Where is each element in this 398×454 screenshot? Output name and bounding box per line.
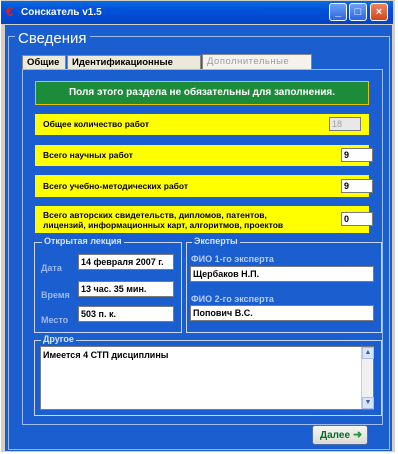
patents-label-line2: лицензий, информационных карт, алгоритмо… [43, 220, 284, 230]
place-field[interactable]: 503 п. к. [78, 306, 174, 322]
total-works-row: Общее количество работ 18 [35, 114, 369, 135]
total-works-field: 18 [329, 117, 361, 131]
time-label: Время [41, 290, 70, 300]
scroll-down-icon[interactable]: ▼ [362, 397, 374, 409]
expert2-label: ФИО 2-го эксперта [191, 294, 274, 304]
methodical-works-field[interactable]: 9 [341, 179, 373, 193]
next-button[interactable]: Далее ➜ [312, 425, 368, 445]
patents-row: Всего авторских свидетельств, дипломов, … [35, 206, 373, 233]
scroll-up-icon[interactable]: ▲ [362, 347, 374, 359]
arrow-right-icon: ➜ [353, 429, 363, 441]
minimize-icon[interactable]: _ [329, 3, 347, 21]
other-textarea[interactable]: Имеется 4 СТП дисциплины [40, 346, 374, 410]
methodical-works-label: Всего учебно-методических работ [43, 181, 189, 191]
app-icon[interactable]: € [6, 4, 20, 19]
time-field[interactable]: 13 час. 35 мин. [78, 281, 174, 297]
place-label: Место [41, 315, 69, 325]
scientific-works-row: Всего научных работ 9 [35, 145, 373, 166]
notice-banner: Поля этого раздела не обязательны для за… [35, 81, 369, 105]
patents-field[interactable]: 0 [341, 212, 373, 226]
experts-legend: Эксперты [192, 236, 240, 246]
maximize-icon[interactable]: □ [349, 3, 367, 21]
other-legend: Другое [41, 334, 76, 344]
expert2-field[interactable]: Попович В.С. [190, 305, 374, 321]
scientific-works-label: Всего научных работ [43, 150, 133, 160]
next-button-label: Далее [320, 430, 351, 441]
expert1-field[interactable]: Щербаков Н.П. [190, 266, 374, 282]
tab-additional[interactable]: Дополнительные [202, 54, 312, 69]
expert1-label: ФИО 1-го эксперта [191, 254, 274, 264]
date-field[interactable]: 14 февраля 2007 г. [78, 254, 174, 270]
close-icon[interactable]: × [370, 3, 388, 21]
patents-label-line1: Всего авторских свидетельств, дипломов, … [43, 210, 267, 220]
scientific-works-field[interactable]: 9 [341, 148, 373, 162]
other-scrollbar[interactable]: ▲ ▼ [361, 347, 374, 409]
window-title: Сонскатель v1.5 [21, 7, 102, 18]
total-works-label: Общее количество работ [43, 119, 150, 129]
tab-identification[interactable]: Идентификационные [67, 55, 201, 69]
tab-general[interactable]: Общие [22, 55, 66, 69]
lecture-legend: Открытая лекция [42, 236, 124, 246]
title-bar[interactable]: € Сонскатель v1.5 _ □ × [1, 1, 393, 24]
group-title: Сведения [15, 30, 90, 47]
other-text: Имеется 4 СТП дисциплины [43, 350, 169, 360]
date-label: Дата [41, 263, 62, 273]
methodical-works-row: Всего учебно-методических работ 9 [35, 175, 373, 197]
